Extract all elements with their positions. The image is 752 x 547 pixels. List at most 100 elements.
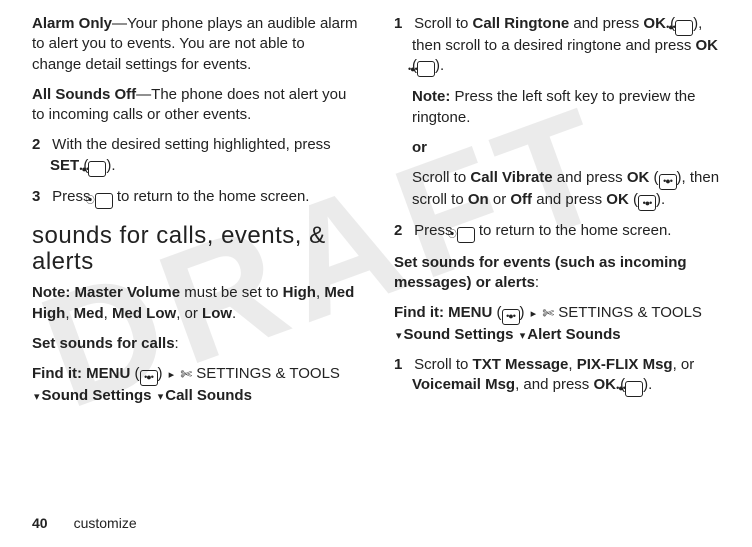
- call-ringtone: Call Ringtone: [473, 15, 570, 32]
- right-step-1: 1 Scroll to Call Ringtone and press OK (…: [394, 14, 720, 77]
- page-body: Alarm Only—Your phone plays an audible a…: [0, 0, 752, 490]
- nb: must be set to: [180, 284, 283, 301]
- ne: ,: [104, 305, 112, 322]
- r2-num: 2: [394, 221, 410, 241]
- step-3-num: 3: [32, 187, 48, 207]
- v1a: Scroll to: [412, 169, 470, 186]
- nf: , or: [176, 305, 202, 322]
- st-label: SETTINGS & TOOLS: [196, 365, 340, 382]
- ok-key: OK: [627, 169, 650, 186]
- nav-right-icon: [167, 365, 177, 382]
- r1b: and press: [569, 15, 643, 32]
- find2-label: Find it:: [394, 304, 444, 321]
- v1f: and press: [532, 191, 606, 208]
- events-label: Set sounds for events (such as incoming …: [394, 254, 687, 291]
- step-2: 2 With the desired setting highlighted, …: [32, 135, 358, 177]
- v1b: and press: [553, 169, 627, 186]
- center-key-icon: •●•: [675, 20, 693, 36]
- voicemail-msg: Voicemail Msg: [412, 376, 515, 393]
- nav-down-icon: [518, 326, 528, 343]
- e1c: , or: [673, 356, 695, 373]
- f2b: ): [520, 304, 529, 321]
- ok-key: OK: [696, 37, 719, 54]
- end-key-icon: ⦿: [95, 193, 113, 209]
- v1g: (: [629, 191, 638, 208]
- center-key-icon: •●•: [638, 195, 656, 211]
- alarm-only-title: Alarm Only: [32, 15, 112, 32]
- nav-down-icon: [394, 326, 404, 343]
- or-line: or: [394, 138, 720, 158]
- footer-section: customize: [74, 515, 137, 531]
- center-key-icon: •●•: [659, 174, 677, 190]
- center-key-icon: •●•: [417, 61, 435, 77]
- step-3-text-b: to return to the home screen.: [113, 188, 310, 205]
- preview-note: Note: Press the left soft key to preview…: [394, 87, 720, 128]
- f2a: (: [492, 304, 501, 321]
- right-step-2: 2 Press ⦿ to return to the home screen.: [394, 221, 720, 243]
- ng: .: [232, 305, 236, 322]
- or-label: or: [412, 139, 427, 156]
- step-2-text-c: ).: [106, 157, 115, 174]
- v1e: or: [489, 191, 511, 208]
- fpa: (: [130, 365, 139, 382]
- master-volume: Master Volume: [75, 284, 181, 301]
- find-it-label: Find it:: [32, 365, 82, 382]
- set-key-label: SET: [50, 157, 79, 174]
- nd: ,: [65, 305, 73, 322]
- v-low: Low: [202, 305, 232, 322]
- e1a: Scroll to: [414, 356, 472, 373]
- e1d: , and press: [515, 376, 593, 393]
- call-vibrate: Call Vibrate: [470, 169, 552, 186]
- step-2-num: 2: [32, 135, 48, 155]
- all-off-title: All Sounds Off: [32, 86, 136, 103]
- alarm-only-para: Alarm Only—Your phone plays an audible a…: [32, 14, 358, 75]
- tools-icon: ✄: [180, 365, 192, 384]
- pix-flix-msg: PIX-FLIX Msg: [577, 356, 673, 373]
- center-key-icon: •●•: [625, 381, 643, 397]
- ok-key: OK: [643, 15, 666, 32]
- st2-label: SETTINGS & TOOLS: [558, 304, 702, 321]
- r1-num: 1: [394, 14, 410, 34]
- r1a: Scroll to: [414, 15, 472, 32]
- events-colon: :: [535, 274, 539, 291]
- find-it-events: Find it: MENU (•●•) ✄ SETTINGS & TOOLS S…: [394, 303, 720, 345]
- set-calls-colon: :: [175, 335, 179, 352]
- right-column: 1 Scroll to Call Ringtone and press OK (…: [376, 14, 720, 480]
- page-footer: 40 customize: [32, 514, 137, 533]
- note2-label: Note:: [412, 88, 450, 105]
- v-medlow: Med Low: [112, 305, 176, 322]
- call-sounds: Call Sounds: [165, 387, 252, 404]
- center-key-icon: •●•: [502, 309, 520, 325]
- step-2-text-a: With the desired setting highlighted, pr…: [52, 136, 331, 153]
- e1f: ).: [643, 376, 652, 393]
- set-calls-label: Set sounds for calls: [32, 335, 175, 352]
- fpb: ): [158, 365, 167, 382]
- v-high: High: [283, 284, 316, 301]
- nav-down-icon: [156, 387, 166, 404]
- off-label: Off: [510, 191, 532, 208]
- sound-settings: Sound Settings: [42, 387, 152, 404]
- find-it-calls: Find it: MENU (•●•) ✄ SETTINGS & TOOLS S…: [32, 364, 358, 406]
- step-3: 3 Press ⦿ to return to the home screen.: [32, 187, 358, 209]
- note2-body: Press the left soft key to preview the r…: [412, 88, 695, 125]
- v1c: (: [649, 169, 658, 186]
- alert-sounds: Alert Sounds: [527, 326, 620, 343]
- events-step-1: 1 Scroll to TXT Message, PIX-FLIX Msg, o…: [394, 355, 720, 397]
- e1-num: 1: [394, 355, 410, 375]
- center-key-icon: •●•: [140, 370, 158, 386]
- all-sounds-off-para: All Sounds Off—The phone does not alert …: [32, 85, 358, 126]
- r1f: ).: [435, 57, 444, 74]
- txt-message: TXT Message: [473, 356, 569, 373]
- page-number: 40: [32, 515, 48, 531]
- nav-right-icon: [529, 304, 539, 321]
- center-key-icon: •●•: [88, 161, 106, 177]
- master-volume-note: Note: Master Volume must be set to High,…: [32, 283, 358, 324]
- menu-key: MENU: [448, 304, 492, 321]
- e1b: ,: [568, 356, 576, 373]
- ok-key: OK: [593, 376, 616, 393]
- call-vibrate-para: Scroll to Call Vibrate and press OK (•●•…: [394, 168, 720, 211]
- set-sounds-calls: Set sounds for calls:: [32, 334, 358, 354]
- tools-icon: ✄: [542, 304, 554, 323]
- v-med: Med: [74, 305, 104, 322]
- end-key-icon: ⦿: [457, 227, 475, 243]
